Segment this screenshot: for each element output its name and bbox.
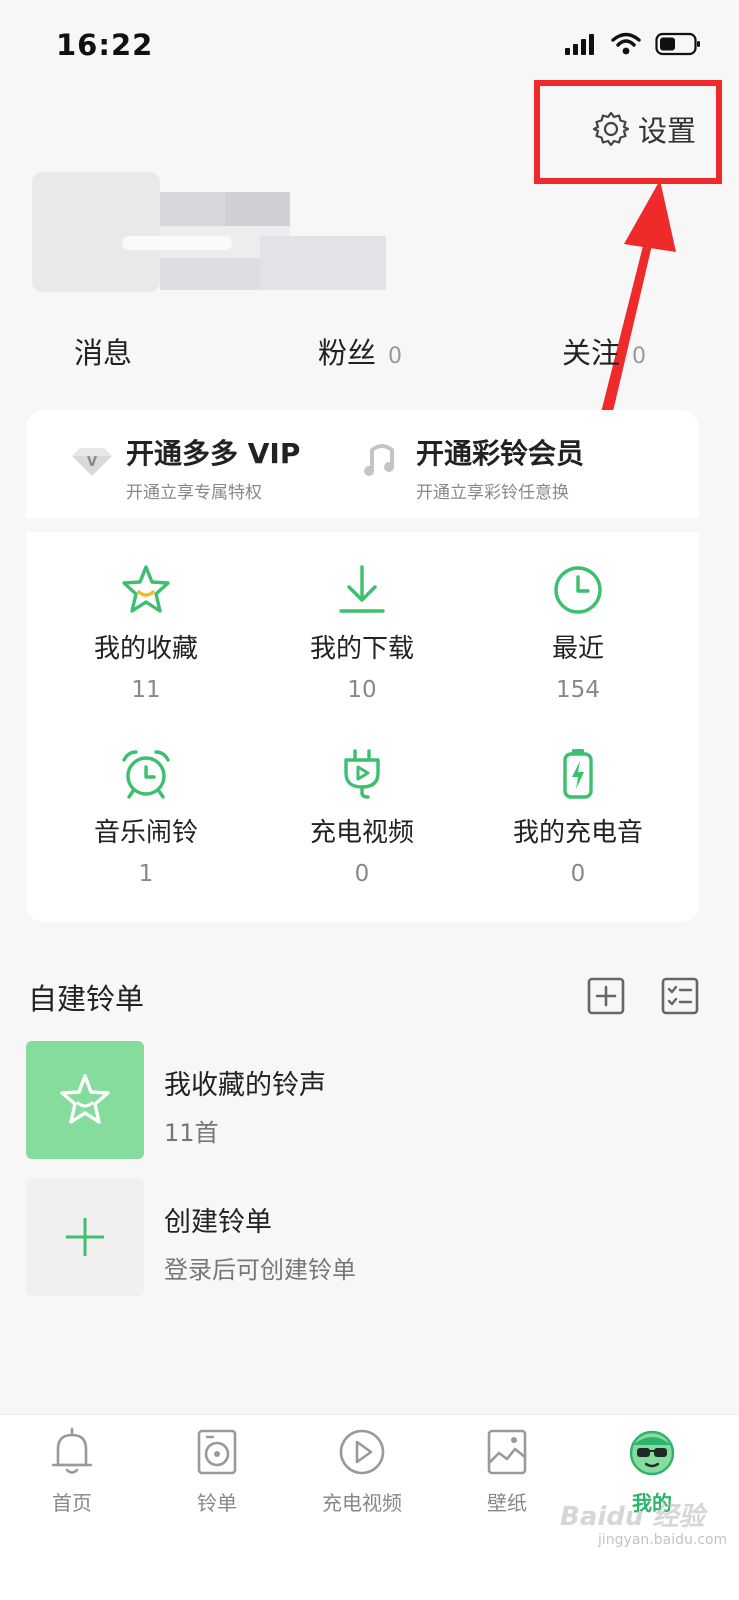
- stat-fans[interactable]: 粉丝 0: [318, 330, 402, 372]
- grid-charging-video[interactable]: 充电视频 0: [250, 746, 474, 887]
- checklist-icon: [661, 977, 699, 1015]
- grid-label: 最近: [551, 634, 604, 664]
- grid-label: 充电视频: [309, 818, 414, 848]
- stat-label: 消息: [74, 336, 133, 370]
- battery-charge-icon: [563, 749, 593, 799]
- music-note-icon: [364, 444, 394, 476]
- playlist-title: 我收藏的铃声: [164, 1070, 326, 1101]
- grid-charging-sound[interactable]: 我的充电音 0: [466, 746, 690, 887]
- tab-label: 充电视频: [322, 1491, 402, 1515]
- stats-row: 消息 粉丝 0 关注 0: [0, 330, 739, 386]
- grid-label: 音乐闹铃: [93, 818, 198, 848]
- star-icon: [122, 565, 170, 613]
- stat-following[interactable]: 关注 0: [562, 330, 646, 372]
- vip-duoduo[interactable]: V 开通多多 VIP 开通立享专属特权: [70, 436, 300, 503]
- grid-music-alarm[interactable]: 音乐闹铃 1: [34, 746, 258, 887]
- playlist-thumb: [26, 1178, 144, 1296]
- vip-card: V 开通多多 VIP 开通立享专属特权 开通彩铃会员 开通立享彩铃任意换: [26, 410, 699, 518]
- watermark: Baidu 经验: [560, 1502, 705, 1532]
- tab-home[interactable]: 首页: [22, 1425, 122, 1516]
- clock-icon: [554, 566, 602, 614]
- grid-favorites[interactable]: 我的收藏 11: [34, 562, 258, 703]
- tab-label: 铃单: [197, 1491, 237, 1515]
- playlist-item-create[interactable]: 创建铃单 登录后可创建铃单: [26, 1178, 716, 1296]
- star-face-icon: [60, 1074, 110, 1124]
- vip-subtitle: 开通立享彩铃任意换: [416, 483, 569, 503]
- vip-title: 开通彩铃会员: [416, 437, 585, 470]
- settings-button[interactable]: 设置: [592, 108, 696, 150]
- svg-text:V: V: [87, 455, 97, 470]
- grid-recent[interactable]: 最近 154: [466, 562, 690, 703]
- grid-count: 0: [570, 861, 586, 887]
- battery-icon: [655, 32, 700, 56]
- grid-count: 0: [354, 861, 370, 887]
- gear-icon: [592, 111, 630, 147]
- play-circle-icon: [339, 1429, 385, 1475]
- playlist-item-favorites[interactable]: 我收藏的铃声 11首: [26, 1041, 716, 1159]
- wifi-icon: [611, 32, 641, 55]
- avatar-sunglasses-icon: [629, 1430, 675, 1476]
- vip-ringtone[interactable]: 开通彩铃会员 开通立享彩铃任意换: [360, 436, 584, 503]
- playlist-subtitle: 11首: [164, 1119, 219, 1147]
- stat-count: 0: [632, 344, 647, 369]
- plus-icon: [66, 1218, 104, 1256]
- stat-count: 0: [388, 344, 403, 369]
- grid-downloads[interactable]: 我的下载 10: [250, 562, 474, 703]
- charging-plug-icon: [344, 749, 380, 799]
- vip-subtitle: 开通立享专属特权: [126, 483, 262, 503]
- settings-label: 设置: [638, 114, 697, 148]
- image-icon: [487, 1429, 527, 1475]
- grid-label: 我的收藏: [93, 634, 198, 664]
- status-icons: [565, 32, 701, 56]
- playlist-title: 创建铃单: [164, 1207, 272, 1238]
- grid-count: 154: [556, 677, 600, 703]
- alarm-clock-icon: [122, 750, 170, 799]
- grid-count: 1: [138, 861, 154, 887]
- stat-label: 关注: [562, 336, 621, 370]
- signal-icon: [565, 34, 594, 55]
- vip-title: 开通多多 VIP: [126, 437, 301, 470]
- tab-label: 壁纸: [487, 1491, 527, 1515]
- tab-playlists[interactable]: 铃单: [167, 1425, 267, 1516]
- grid-count: 11: [131, 677, 161, 703]
- playlist-thumb: [26, 1041, 144, 1159]
- tab-charging-video[interactable]: 充电视频: [312, 1425, 412, 1516]
- stat-messages[interactable]: 消息: [74, 330, 144, 372]
- section-title: 自建铃单: [28, 982, 145, 1016]
- grid-label: 我的下载: [309, 634, 414, 664]
- download-icon: [339, 565, 385, 613]
- vinyl-icon: [197, 1429, 237, 1475]
- watermark-url: jingyan.baidu.com: [598, 1532, 728, 1548]
- tab-wallpaper[interactable]: 壁纸: [457, 1425, 557, 1516]
- status-bar: 16:22: [0, 0, 739, 90]
- add-playlist-button[interactable]: [586, 976, 626, 1016]
- add-box-icon: [587, 977, 625, 1015]
- status-time: 16:22: [56, 28, 154, 62]
- tab-label: 首页: [52, 1491, 92, 1515]
- grid-label: 我的充电音: [512, 818, 643, 848]
- manage-playlist-button[interactable]: [660, 976, 700, 1016]
- feature-grid: 我的收藏 11 我的下载 10 最近 154 音乐闹铃 1 充电视频 0 我的充…: [26, 532, 699, 922]
- diamond-v-icon: V: [72, 448, 112, 476]
- playlist-subtitle: 登录后可创建铃单: [164, 1256, 356, 1284]
- grid-count: 10: [347, 677, 377, 703]
- profile-avatar-blurred[interactable]: [32, 172, 388, 292]
- bell-icon: [51, 1427, 93, 1474]
- stat-label: 粉丝: [318, 336, 377, 370]
